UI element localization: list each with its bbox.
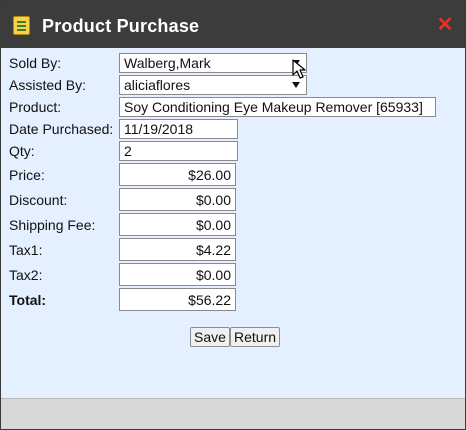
product-row: Product: Soy Conditioning Eye Makeup Rem… <box>1 97 465 119</box>
shipping-fee-input[interactable]: $0.00 <box>119 213 236 236</box>
product-input[interactable]: Soy Conditioning Eye Makeup Remover [659… <box>119 97 436 117</box>
tax2-label: Tax2: <box>9 267 43 283</box>
notepad-icon <box>13 16 30 35</box>
price-input[interactable]: $26.00 <box>119 163 236 186</box>
price-row: Price: $26.00 <box>1 163 465 186</box>
sold-by-value: Walberg,Mark <box>124 55 211 71</box>
qty-label: Qty: <box>9 143 35 159</box>
tax2-row: Tax2: $0.00 <box>1 263 465 286</box>
date-purchased-input[interactable]: 11/19/2018 <box>119 119 238 139</box>
tax1-input[interactable]: $4.22 <box>119 238 236 261</box>
tax1-label: Tax1: <box>9 242 43 258</box>
discount-label: Discount: <box>9 192 68 208</box>
sold-by-select[interactable]: Walberg,Mark <box>119 53 307 73</box>
assisted-by-value: aliciaflores <box>124 77 191 93</box>
dialog-title: Product Purchase <box>42 16 200 36</box>
save-button[interactable]: Save <box>190 327 230 347</box>
form-body: Sold By: Walberg,Mark Assisted By: alici… <box>1 48 465 398</box>
qty-row: Qty: 2 <box>1 141 465 163</box>
title-bar[interactable]: Product Purchase ✕ <box>1 1 465 48</box>
total-row: Total: $56.22 <box>1 288 465 311</box>
mouse-pointer-icon <box>292 59 306 79</box>
sold-by-label: Sold By: <box>9 55 62 71</box>
tax2-input[interactable]: $0.00 <box>119 263 236 286</box>
assisted-by-row: Assisted By: aliciaflores <box>1 75 465 97</box>
date-purchased-label: Date Purchased: <box>9 121 114 137</box>
close-icon[interactable]: ✕ <box>435 15 455 35</box>
chevron-down-icon <box>292 82 300 88</box>
shipping-fee-row: Shipping Fee: $0.00 <box>1 213 465 236</box>
date-purchased-row: Date Purchased: 11/19/2018 <box>1 119 465 141</box>
sold-by-row: Sold By: Walberg,Mark <box>1 53 465 75</box>
return-button[interactable]: Return <box>230 327 281 347</box>
product-label: Product: <box>9 99 62 115</box>
dialog-footer <box>1 398 465 429</box>
shipping-fee-label: Shipping Fee: <box>9 217 96 233</box>
qty-input[interactable]: 2 <box>119 141 238 161</box>
discount-row: Discount: $0.00 <box>1 188 465 211</box>
tax1-row: Tax1: $4.22 <box>1 238 465 261</box>
discount-input[interactable]: $0.00 <box>119 188 236 211</box>
total-input[interactable]: $56.22 <box>119 288 236 311</box>
total-label: Total: <box>9 292 47 308</box>
product-purchase-dialog: Product Purchase ✕ Sold By: Walberg,Mark… <box>0 0 466 430</box>
assisted-by-label: Assisted By: <box>9 77 87 93</box>
price-label: Price: <box>9 167 45 183</box>
assisted-by-select[interactable]: aliciaflores <box>119 75 307 95</box>
